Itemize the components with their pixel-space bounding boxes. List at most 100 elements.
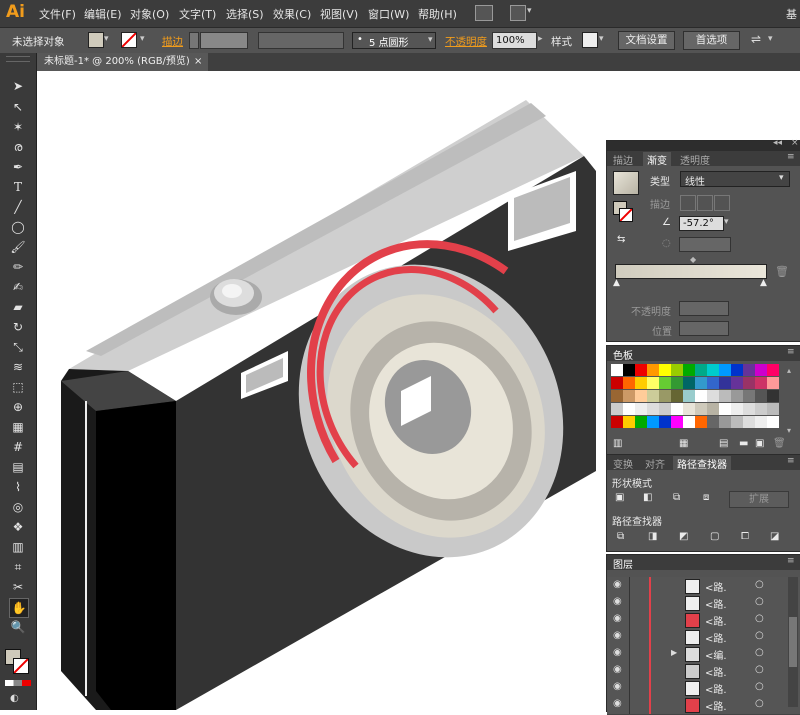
opacity-dropdown-icon[interactable]: ▸ — [538, 34, 543, 44]
layer-row[interactable]: ◉ <路. ○ — [607, 696, 800, 715]
tab-align[interactable]: 对齐 — [645, 456, 665, 471]
swatch[interactable] — [755, 416, 767, 428]
swatch[interactable] — [635, 416, 647, 428]
type-tool-icon[interactable]: T — [9, 178, 27, 196]
lock-column[interactable] — [629, 611, 630, 629]
swatch[interactable] — [671, 390, 683, 402]
scale-tool-icon[interactable]: ⤡ — [9, 338, 27, 356]
lock-column[interactable] — [629, 577, 630, 595]
target-icon[interactable]: ○ — [755, 596, 764, 607]
swatch[interactable] — [743, 377, 755, 389]
bridge-icon[interactable] — [475, 5, 493, 21]
gradient-preview[interactable] — [613, 171, 639, 195]
delete-swatch-icon[interactable]: 🗑 — [773, 438, 786, 449]
chevron-down-icon[interactable]: ▾ — [527, 6, 532, 16]
swatch[interactable] — [623, 416, 635, 428]
style-swatch[interactable] — [582, 32, 598, 48]
target-icon[interactable]: ○ — [755, 630, 764, 641]
slice-tool-icon[interactable]: ✂ — [9, 578, 27, 596]
expand-button[interactable]: 扩展 — [729, 491, 789, 508]
swatch[interactable] — [671, 364, 683, 376]
panel-menu-icon[interactable]: ≡ — [787, 152, 795, 162]
swatch[interactable] — [755, 364, 767, 376]
artboard-tool-icon[interactable]: ⌗ — [9, 558, 27, 576]
new-swatch-icon[interactable]: ▣ — [755, 438, 764, 449]
eraser-tool-icon[interactable]: ▰ — [9, 298, 27, 316]
lock-column[interactable] — [629, 628, 630, 646]
layer-name[interactable]: <路. — [705, 596, 727, 611]
swatch[interactable] — [671, 377, 683, 389]
swatch[interactable] — [647, 377, 659, 389]
column-graph-tool-icon[interactable]: ▥ — [9, 538, 27, 556]
swatch[interactable] — [683, 364, 695, 376]
swatch[interactable] — [767, 377, 779, 389]
swatch[interactable] — [743, 416, 755, 428]
trim-icon[interactable]: ◨ — [648, 531, 657, 542]
line-tool-icon[interactable]: ╱ — [9, 198, 27, 216]
swatch[interactable] — [755, 377, 767, 389]
warp-tool-icon[interactable]: ≋ — [9, 358, 27, 376]
layers-scrollbar[interactable] — [788, 577, 798, 707]
target-icon[interactable]: ○ — [755, 647, 764, 658]
layers-menu-icon[interactable]: ≡ — [787, 556, 795, 566]
swatch[interactable] — [743, 390, 755, 402]
swatch[interactable] — [611, 403, 623, 415]
divide-icon[interactable]: ⧉ — [617, 531, 624, 542]
menu-type[interactable]: 文字(T) — [179, 6, 216, 22]
close-panel-icon[interactable]: × — [791, 138, 799, 148]
swatch[interactable] — [707, 377, 719, 389]
outline-icon[interactable]: ⧠ — [741, 531, 749, 542]
swatch[interactable] — [731, 377, 743, 389]
swatch[interactable] — [731, 403, 743, 415]
minus-front-icon[interactable]: ◧ — [643, 492, 652, 503]
swatches-menu-icon[interactable]: ≡ — [787, 347, 795, 357]
swatch[interactable] — [767, 390, 779, 402]
visibility-eye-icon[interactable]: ◉ — [613, 698, 622, 709]
target-icon[interactable]: ○ — [755, 664, 764, 675]
swatch[interactable] — [647, 403, 659, 415]
tab-layers[interactable]: 图层 — [613, 556, 633, 571]
swatch[interactable] — [719, 364, 731, 376]
brush-dropdown-icon[interactable]: ▾ — [428, 35, 433, 45]
paintbrush-tool-icon[interactable]: 🖌 — [9, 238, 27, 256]
stroke-color-box[interactable] — [13, 658, 29, 674]
angle-dropdown-icon[interactable]: ▾ — [724, 217, 729, 227]
free-transform-tool-icon[interactable]: ⬚ — [9, 378, 27, 396]
swatch[interactable] — [731, 364, 743, 376]
menu-select[interactable]: 选择(S) — [226, 6, 264, 22]
blend-tool-icon[interactable]: ◎ — [9, 498, 27, 516]
target-icon[interactable]: ○ — [755, 613, 764, 624]
intersect-icon[interactable]: ⧉ — [673, 492, 680, 503]
swatch[interactable] — [659, 364, 671, 376]
swatch[interactable] — [671, 403, 683, 415]
swatch[interactable] — [755, 403, 767, 415]
swatch[interactable] — [707, 403, 719, 415]
menu-window[interactable]: 窗口(W) — [368, 6, 409, 22]
direct-selection-tool-icon[interactable]: ↖ — [9, 98, 27, 116]
lock-column[interactable] — [629, 594, 630, 612]
canvas[interactable] — [36, 71, 606, 710]
stroke-swatch[interactable] — [121, 32, 137, 48]
visibility-eye-icon[interactable]: ◉ — [613, 613, 622, 624]
target-icon[interactable]: ○ — [755, 681, 764, 692]
layer-name[interactable]: <路. — [705, 579, 727, 594]
opacity-input[interactable]: 100% — [492, 32, 537, 49]
swatch[interactable] — [683, 390, 695, 402]
brush-select[interactable]: • 5 点圆形 — [352, 32, 436, 49]
tab-pathfinder[interactable]: 路径查找器 — [673, 456, 731, 471]
swatch[interactable] — [623, 364, 635, 376]
swatch[interactable] — [647, 416, 659, 428]
gradient-stop-right[interactable]: ▲ — [760, 278, 767, 288]
swatch[interactable] — [695, 416, 707, 428]
swatch[interactable] — [767, 403, 779, 415]
menu-effect[interactable]: 效果(C) — [273, 6, 311, 22]
swatch[interactable] — [695, 364, 707, 376]
layer-name[interactable]: <路. — [705, 613, 727, 628]
swatch[interactable] — [743, 364, 755, 376]
stroke-across-icon[interactable] — [714, 195, 730, 211]
swatch[interactable] — [707, 364, 719, 376]
ellipse-tool-icon[interactable]: ◯ — [9, 218, 27, 236]
stroke-label[interactable]: 描边 — [162, 34, 183, 49]
stroke-along-icon[interactable] — [697, 195, 713, 211]
stroke-within-icon[interactable] — [680, 195, 696, 211]
